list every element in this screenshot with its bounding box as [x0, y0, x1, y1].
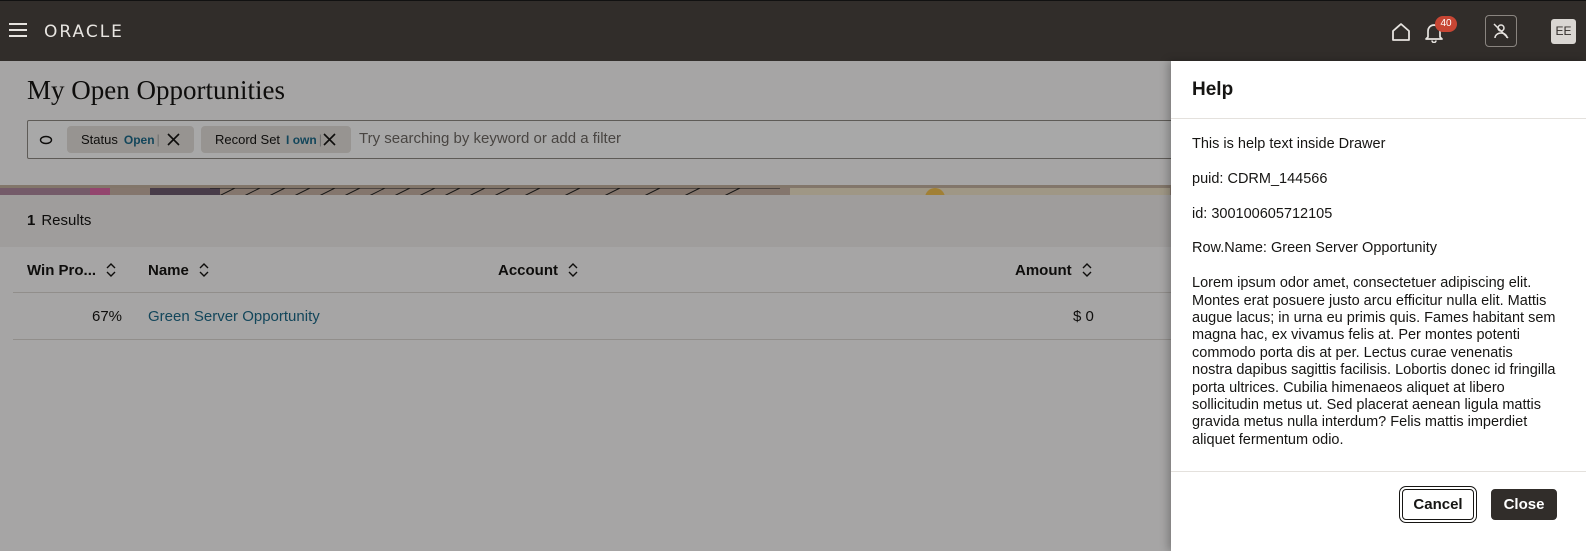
help-text-line: This is help text inside Drawer [1192, 136, 1386, 152]
drawer-title: Help [1192, 79, 1234, 100]
user-avatar[interactable]: EE [1551, 19, 1576, 44]
notification-count-badge: 40 [1435, 16, 1457, 32]
close-button[interactable]: Close [1491, 489, 1557, 520]
person-off-icon [1493, 23, 1509, 39]
home-icon[interactable] [1390, 21, 1412, 43]
drawer-divider [1171, 118, 1586, 119]
cancel-button[interactable]: Cancel [1399, 486, 1477, 523]
help-drawer: Help This is help text inside Drawer pui… [1171, 61, 1586, 551]
help-text-line: Row.Name: Green Server Opportunity [1192, 240, 1437, 257]
oracle-logo: ORACLE [44, 22, 124, 42]
drawer-divider [1171, 471, 1586, 472]
help-text-line: puid: CDRM_144566 [1192, 170, 1328, 187]
agent-button[interactable] [1485, 15, 1517, 47]
global-header: ORACLE 40 EE [0, 0, 1586, 61]
help-paragraph: Lorem ipsum odor amet, consectetuer adip… [1192, 275, 1556, 448]
help-text-line: id: 300100605712105 [1192, 205, 1333, 222]
drawer-body: This is help text inside Drawer puid: CD… [1192, 136, 1557, 467]
menu-icon[interactable] [9, 23, 27, 37]
